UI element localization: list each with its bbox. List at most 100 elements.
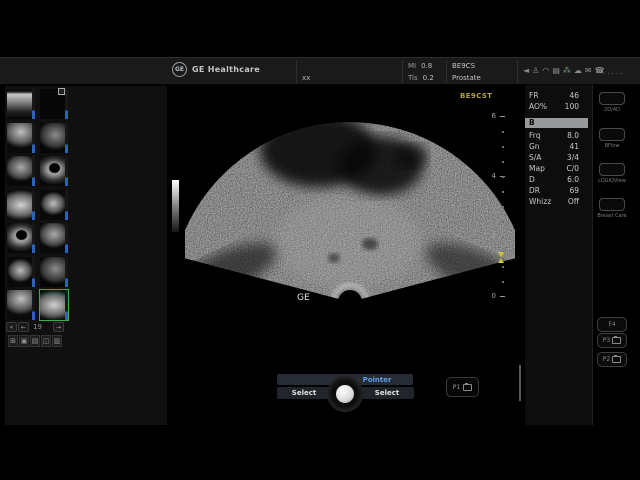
- param-label: D: [529, 174, 535, 185]
- mi-value: 0.8: [421, 62, 432, 70]
- select-right-button[interactable]: Select: [360, 387, 414, 399]
- thumbnail[interactable]: [7, 190, 35, 220]
- depth-label: 2: [482, 232, 496, 240]
- ge-logo-icon: GE: [172, 62, 187, 77]
- imaging-parameters-panel: FR 46 AO% 100 B Frq 8.0 Gn 41 S/A 3/4 Ma…: [525, 85, 592, 425]
- thumbnail[interactable]: [7, 156, 35, 186]
- brand-block: GE GE Healthcare: [172, 62, 260, 77]
- scrollbar[interactable]: [519, 365, 521, 401]
- storage-icon: ▤: [552, 66, 560, 76]
- mode-key-2d4d-label: 2D/4D: [592, 107, 632, 113]
- thumbnail[interactable]: [40, 190, 68, 220]
- param-row: Gn 41: [525, 141, 592, 152]
- param-label: DR: [529, 185, 540, 196]
- p2-button[interactable]: P2: [597, 352, 627, 367]
- thumbnail[interactable]: [40, 223, 68, 253]
- mi-readout: MI 0.8: [408, 62, 432, 70]
- status-icon-tray: ◄ ♙ ◠ ▤ ⁂ ☁ ✉ ☎: [523, 66, 605, 76]
- ao-label: AO%: [529, 101, 547, 112]
- ge-watermark: GE: [297, 293, 310, 303]
- mode-key-care[interactable]: [599, 198, 625, 211]
- mode-key-care-label: Breast Care: [592, 213, 632, 219]
- thumbnail[interactable]: [40, 156, 68, 186]
- mode-header: B: [525, 118, 588, 128]
- mode-key-logiqview[interactable]: [599, 163, 625, 176]
- message-icon: ✉: [585, 66, 592, 76]
- tis-readout: Tis 0.2: [408, 74, 434, 82]
- mode-key-2d4d[interactable]: [599, 92, 625, 105]
- param-row: Whizz Off: [525, 196, 592, 207]
- depth-label: 0: [482, 292, 496, 300]
- param-value: C/0: [566, 163, 579, 174]
- ruler-tick: [500, 296, 505, 297]
- thumbnail-selected[interactable]: [40, 290, 68, 320]
- param-label: Frq: [529, 130, 540, 141]
- param-label: Whizz: [529, 196, 551, 207]
- param-row: DR 69: [525, 185, 592, 196]
- clipboard-pager: « ← 19 →: [5, 322, 75, 333]
- printer-icon: [612, 337, 621, 344]
- menu-icon[interactable]: ▥: [52, 335, 62, 347]
- tis-value: 0.2: [423, 74, 434, 82]
- fr-row: FR 46: [525, 90, 592, 101]
- param-value: 6.0: [567, 174, 579, 185]
- p3-button[interactable]: P3: [597, 333, 627, 348]
- thumbnail[interactable]: [40, 257, 68, 287]
- tis-label: Tis: [408, 74, 418, 82]
- param-value: 69: [569, 185, 579, 196]
- trackball[interactable]: [336, 385, 354, 403]
- mi-label: MI: [408, 62, 416, 70]
- cloud-icon: ☁: [574, 66, 582, 76]
- mode-key-logiqview-label: LOGIQView: [592, 178, 632, 184]
- image-canvas[interactable]: BE9CST: [168, 85, 525, 425]
- f4-label: F4: [608, 321, 615, 328]
- ultrasound-fan-image: GE: [185, 104, 515, 304]
- mode-key-bflow[interactable]: [599, 128, 625, 141]
- print-icon[interactable]: ◫: [41, 335, 51, 347]
- param-row: D 6.0: [525, 174, 592, 185]
- thumbnail[interactable]: [7, 123, 35, 153]
- exam-preset[interactable]: Prostate: [452, 74, 481, 82]
- param-value: Off: [568, 196, 579, 207]
- divider: [517, 60, 518, 83]
- probe-marker-label: BE9CST: [460, 92, 492, 100]
- depth-label: 4: [482, 172, 496, 180]
- transducer-icon: ♙: [532, 66, 539, 76]
- ruler-tick: [500, 116, 505, 117]
- ao-value: 100: [565, 101, 579, 112]
- thumbnail[interactable]: [7, 223, 35, 253]
- thumbnail[interactable]: [7, 290, 35, 320]
- layout-grid-icon[interactable]: ⊞: [8, 335, 18, 347]
- param-label: Gn: [529, 141, 540, 152]
- image-clipboard-panel: « ← 19 → ⊞ ▣ ▤ ◫ ▥: [5, 86, 167, 425]
- p1-label: P1: [453, 384, 460, 391]
- probe-name: BE9CS: [452, 62, 475, 70]
- clipboard-toolbar: ⊞ ▣ ▤ ◫ ▥: [8, 335, 62, 347]
- thumbnail[interactable]: [7, 89, 35, 119]
- divider: [402, 60, 403, 83]
- collapse-clipboard-icon[interactable]: [58, 88, 65, 95]
- save-icon[interactable]: ▤: [30, 335, 40, 347]
- thumbnail[interactable]: [7, 257, 35, 287]
- next-page-button[interactable]: →: [53, 322, 64, 332]
- overflow-menu-icon[interactable]: ······: [599, 70, 624, 78]
- f4-button[interactable]: F4: [597, 317, 627, 332]
- delete-icon[interactable]: ▣: [19, 335, 29, 347]
- focus-marker-icon[interactable]: [498, 252, 504, 257]
- select-left-button[interactable]: Select: [277, 387, 331, 399]
- ultrasound-app-screen: GE GE Healthcare xx MI 0.8 Tis 0.2 BE9CS…: [0, 0, 640, 480]
- fr-label: FR: [529, 90, 539, 101]
- prev-page-button[interactable]: ←: [18, 322, 29, 332]
- p3-label: P3: [603, 337, 610, 344]
- wireless-icon: ◠: [542, 66, 549, 76]
- fr-value: 46: [569, 90, 579, 101]
- param-value: 41: [569, 141, 579, 152]
- divider: [296, 60, 297, 83]
- thumbnail[interactable]: [40, 123, 68, 153]
- p2-label: P2: [603, 356, 610, 363]
- p1-print-button[interactable]: P1: [446, 377, 479, 397]
- first-page-button[interactable]: «: [6, 322, 17, 332]
- param-row: S/A 3/4: [525, 152, 592, 163]
- image-count: 19: [33, 323, 42, 331]
- patient-name: xx: [302, 74, 310, 82]
